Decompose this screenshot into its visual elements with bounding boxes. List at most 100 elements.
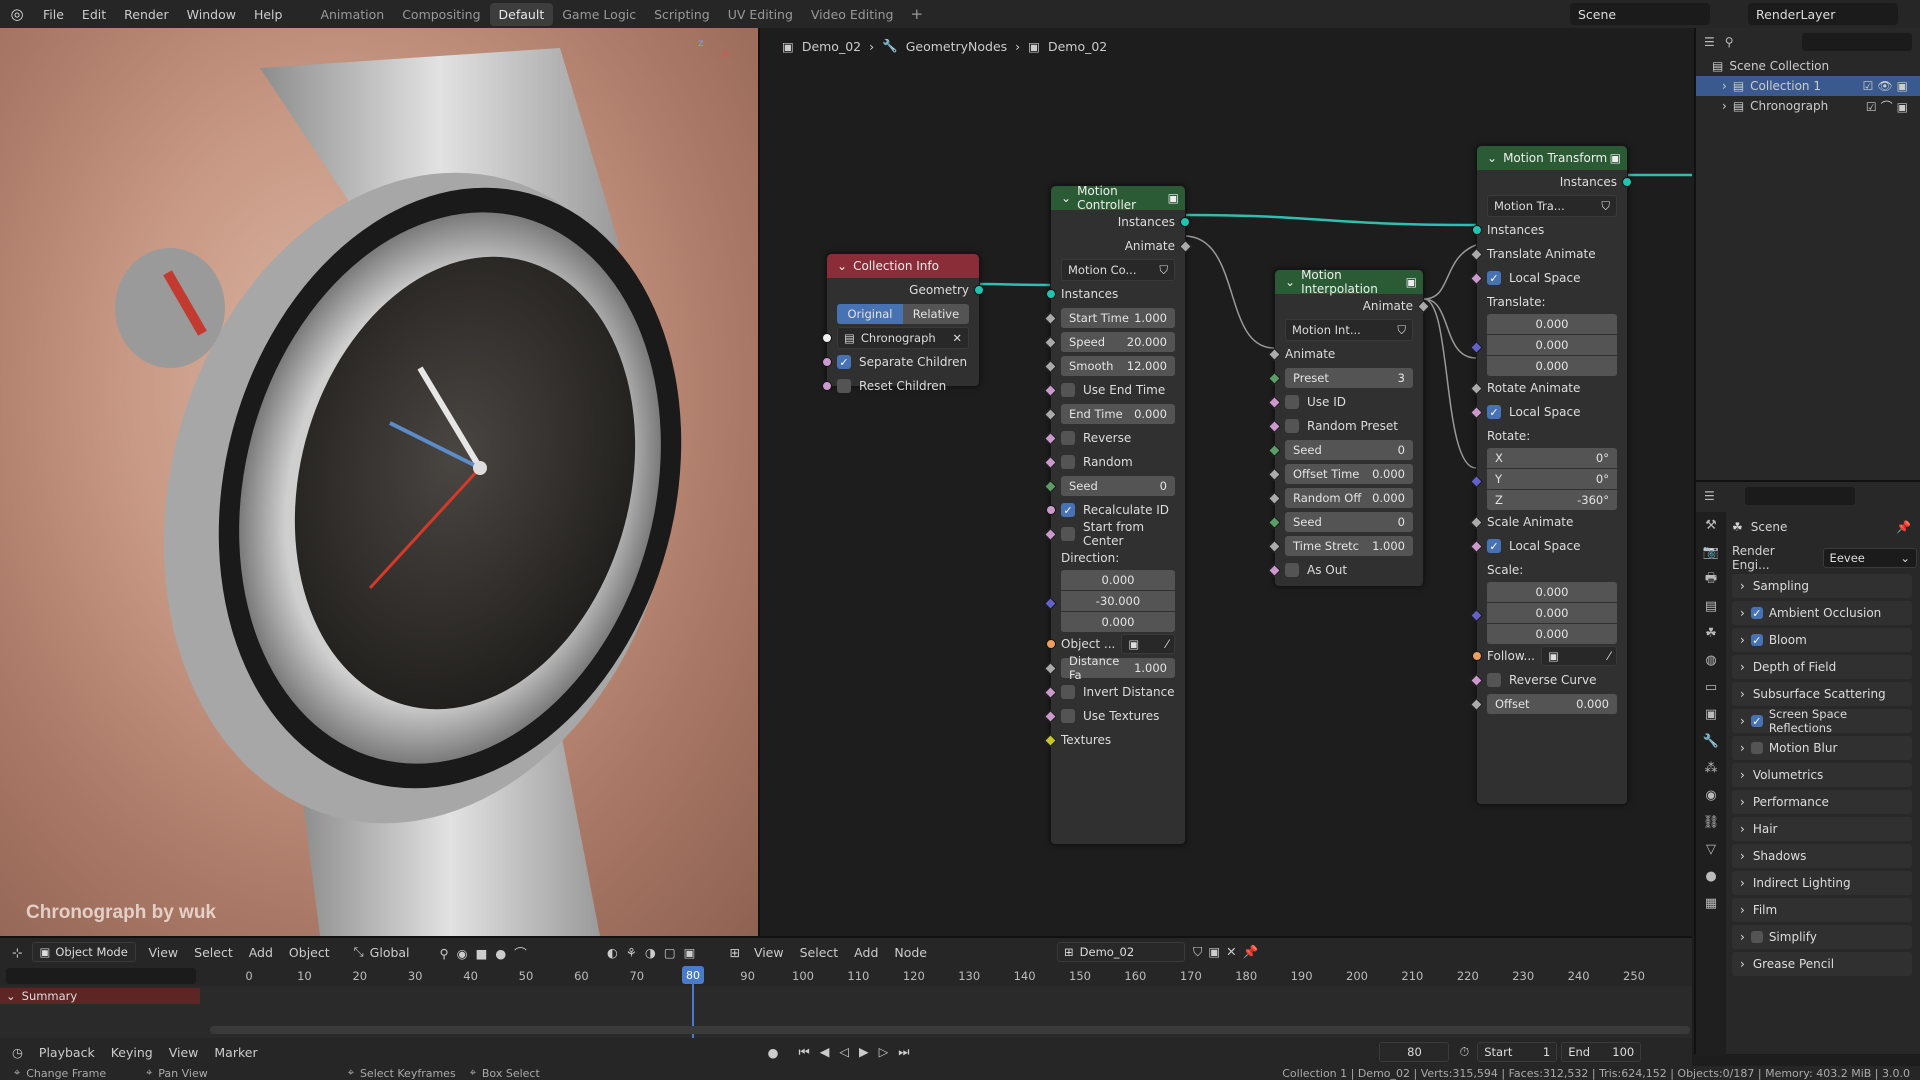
node-editor-type-icon[interactable]: ⊞ [729,945,739,960]
timeline[interactable]: 0 10 20 30 40 50 60 70 80 90 100 110 120 130 140 150 160… [0,966,1692,1038]
section-performance[interactable]: › Performance [1732,790,1912,814]
chevron-down-icon[interactable]: ⌄ [1061,191,1071,205]
section-volumetrics[interactable]: › Volumetrics [1732,763,1912,787]
section-indirect-lighting[interactable]: › Indirect Lighting [1732,871,1912,895]
node-menu-node[interactable]: Node [894,945,927,960]
bool-socket[interactable] [1044,455,1057,469]
filter-icon[interactable]: ⚲ [1725,35,1734,49]
timeline-search-input[interactable] [6,968,196,984]
original-button[interactable]: Original [837,304,903,324]
menu-file[interactable]: File [34,7,73,22]
translate-x-field[interactable]: 0.000 [1487,314,1617,334]
offset-field[interactable]: Offset 0.000 [1487,694,1617,714]
node-motion-transform[interactable]: ⌄ Motion Transform ▣ Instances Motion Tr… [1470,145,1632,805]
section-motion-blur[interactable]: › Motion Blur [1732,736,1912,760]
section-simplify[interactable]: › Simplify [1732,925,1912,949]
vector-socket[interactable] [1470,609,1483,622]
viewport-tools-icons[interactable]: ⚲◉■●⌒ [440,943,535,962]
menu-marker[interactable]: Marker [214,1045,257,1060]
offset-time-field[interactable]: Offset Time 0.000 [1285,464,1413,484]
direction-y-field[interactable]: -30.000 [1061,591,1175,611]
bool-socket[interactable] [1470,271,1483,285]
animate-socket[interactable] [1417,299,1430,313]
menu-view[interactable]: View [169,1045,199,1060]
tab-uv-editing[interactable]: UV Editing [719,3,802,26]
tab-default[interactable]: Default [489,2,554,26]
section-depth-of-field[interactable]: › Depth of Field [1732,655,1912,679]
animate-socket[interactable] [1268,347,1281,361]
end-time-field[interactable]: End Time 0.000 [1061,404,1175,424]
viewport-menu-object[interactable]: Object [289,945,330,960]
node-header[interactable]: ⌄ Motion Controller ▣ [1051,184,1185,212]
outliner[interactable]: ☰ ⚲ ▤ Scene Collection › ▤ Collection 1 ☑👁▣ … [1694,28,1920,480]
float-socket[interactable] [1044,311,1057,325]
bool-socket[interactable] [1268,419,1281,433]
object-socket[interactable] [1046,639,1056,649]
object-socket[interactable] [1472,651,1482,661]
pin-icon[interactable]: 📌 [1896,520,1911,534]
float-socket[interactable] [1044,335,1057,349]
eyedropper-icon[interactable]: ⁄ [1166,637,1168,651]
direction-z-field[interactable]: 0.000 [1061,612,1175,632]
object-mode-select[interactable]: ▣ Object Mode [32,942,137,962]
blender-logo-icon[interactable]: ◎ [0,5,34,23]
bool-socket[interactable] [1044,527,1057,541]
bool-socket[interactable] [1268,563,1281,577]
random-preset-checkbox[interactable] [1285,419,1299,433]
bool-socket[interactable] [1470,405,1483,419]
translate-y-field[interactable]: 0.000 [1487,335,1617,355]
shield-icon[interactable]: ⛉ [1601,199,1610,214]
shield-icon[interactable]: ⛉ [1397,323,1406,338]
section-shadows[interactable]: › Shadows [1732,844,1912,868]
relative-button[interactable]: Relative [903,304,969,324]
animate-socket[interactable] [1179,239,1192,253]
as-out-checkbox[interactable] [1285,563,1299,577]
color-socket[interactable] [1044,733,1057,747]
int-socket[interactable] [1268,371,1281,385]
section-hair[interactable]: › Hair [1732,817,1912,841]
float-socket[interactable] [1470,697,1483,711]
float-socket[interactable] [1268,491,1281,505]
editor-type-icon[interactable]: ☰ [1704,35,1715,49]
float-socket[interactable] [1044,407,1057,421]
scale-y-field[interactable]: 0.000 [1487,603,1617,623]
float-socket[interactable] [1268,467,1281,481]
menu-playback[interactable]: Playback [39,1045,95,1060]
3d-viewport[interactable]: zx Chronograph by wuk [0,28,760,936]
node-tree-action-icons[interactable]: ⛉▣✕📌 [1193,944,1264,960]
timeline-scrollbar[interactable] [210,1026,1690,1034]
node-header[interactable]: ⌄ Collection Info [827,254,979,278]
section-film[interactable]: › Film [1732,898,1912,922]
node-group-icon[interactable]: ▣ [1610,151,1621,165]
float-socket[interactable] [1044,661,1057,675]
vector-socket[interactable] [1470,475,1483,488]
summary-channel[interactable]: ⌄ Summary [0,988,200,1004]
int-socket[interactable] [1044,479,1057,493]
chevron-right-icon[interactable]: › [1722,79,1727,93]
reverse-curve-checkbox[interactable] [1487,673,1501,687]
bool-socket[interactable] [1470,539,1483,553]
int-socket[interactable] [1268,443,1281,457]
outliner-scene-collection[interactable]: ▤ Scene Collection [1696,56,1920,76]
node-editor[interactable]: ▣ Demo_02 › 🔧 GeometryNodes › ▣ Demo_02 … [762,28,1692,936]
editor-type-icon[interactable]: ⊹ [12,945,22,960]
viewport-menu-add[interactable]: Add [249,945,273,960]
bool-socket[interactable] [822,357,832,367]
group-selector[interactable]: Motion Co... ⛉ [1061,259,1175,281]
float-socket[interactable] [1268,539,1281,553]
node-header[interactable]: ⌄ Motion Transform ▣ [1477,146,1627,170]
menu-render[interactable]: Render [115,7,178,22]
vector-socket[interactable] [1044,597,1057,610]
add-workspace-icon[interactable]: + [902,5,931,23]
menu-edit[interactable]: Edit [73,7,115,22]
use-textures-checkbox[interactable] [1061,709,1075,723]
float-socket[interactable] [1470,247,1483,261]
rotate-z-field[interactable]: Z -360° [1487,490,1617,510]
int-socket[interactable] [1268,515,1281,529]
seed2-field[interactable]: Seed 0 [1285,512,1413,532]
outliner-item-chronograph[interactable]: › ▤ Chronograph ☑⌒▣ [1696,96,1920,116]
group-selector[interactable]: Motion Tra... ⛉ [1487,195,1617,217]
time-stretch-field[interactable]: Time Stretc 1.000 [1285,536,1413,556]
node-motion-interpolation[interactable]: ⌄ Motion Interpolation ▣ Animate Motion … [1268,268,1430,587]
render-tab-icon[interactable]: 📷 [1696,539,1726,566]
